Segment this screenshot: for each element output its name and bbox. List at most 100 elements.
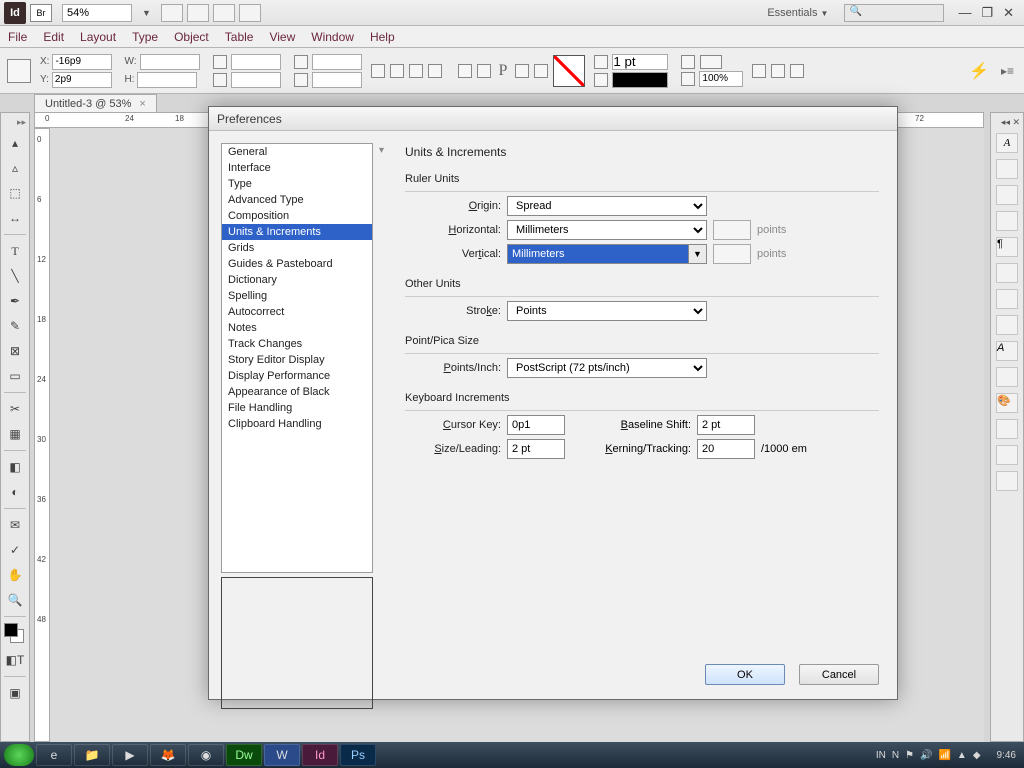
y-field[interactable]	[52, 72, 112, 88]
direct-selection-tool[interactable]: ▵	[4, 158, 26, 178]
menu-view[interactable]: View	[269, 30, 295, 44]
distribute-icon[interactable]	[534, 64, 548, 78]
align-icon[interactable]	[515, 64, 529, 78]
start-button[interactable]	[4, 744, 34, 766]
rectangle-frame-tool[interactable]: ⊠	[4, 341, 26, 361]
menu-layout[interactable]: Layout	[80, 30, 116, 44]
hand-tool[interactable]: ✋	[4, 565, 26, 585]
char-styles-icon[interactable]: A	[996, 341, 1018, 361]
scissors-tool[interactable]: ✂	[4, 399, 26, 419]
lang-indicator[interactable]: IN	[876, 750, 886, 761]
shear-field[interactable]	[312, 72, 362, 88]
h-field[interactable]	[137, 72, 197, 88]
apply-color[interactable]: ◧T	[4, 650, 26, 670]
color-panel-icon[interactable]: ¶	[996, 237, 1018, 257]
select-container-icon[interactable]	[458, 64, 472, 78]
cat-spelling[interactable]: Spelling	[222, 288, 372, 304]
menu-table[interactable]: Table	[225, 30, 254, 44]
chevron-down-icon[interactable]: ▼	[688, 245, 706, 263]
fill-stroke-swatch[interactable]	[4, 623, 26, 645]
reference-point[interactable]	[7, 59, 31, 83]
cc-libs-panel-icon[interactable]	[996, 289, 1018, 309]
tray-network-icon[interactable]: 📶	[938, 750, 950, 761]
layers-panel-icon[interactable]	[996, 159, 1018, 179]
taskbar-ie[interactable]: e	[36, 744, 72, 766]
gradient-feather-tool[interactable]: ◐	[4, 482, 26, 502]
taskbar-media[interactable]: ▶	[112, 744, 148, 766]
opacity-field[interactable]	[699, 71, 743, 87]
clock[interactable]: 9:46	[997, 750, 1016, 761]
view-options-2[interactable]	[187, 4, 209, 22]
cat-file-handling[interactable]: File Handling	[222, 400, 372, 416]
pathfinder-panel-icon[interactable]	[996, 471, 1018, 491]
corner-options-icon[interactable]	[771, 64, 785, 78]
eyedropper-tool[interactable]: ✓	[4, 540, 26, 560]
rectangle-tool[interactable]: ▭	[4, 366, 26, 386]
collapse-icon[interactable]: ▸▸	[17, 117, 29, 128]
cancel-button[interactable]: Cancel	[799, 664, 879, 685]
fx-icon[interactable]	[700, 55, 722, 69]
align-panel-icon[interactable]	[996, 445, 1018, 465]
pages-panel-icon[interactable]: A	[996, 133, 1018, 153]
rotate-cw-icon[interactable]	[390, 64, 404, 78]
bridge-button[interactable]: Br	[30, 4, 52, 22]
cat-type[interactable]: Type	[222, 176, 372, 192]
minimize-button[interactable]: —	[958, 5, 971, 21]
text-wrap-panel-icon[interactable]	[996, 419, 1018, 439]
close-button[interactable]: ✕	[1003, 5, 1014, 21]
taskbar-id[interactable]: Id	[302, 744, 338, 766]
cat-story-editor[interactable]: Story Editor Display	[222, 352, 372, 368]
quick-apply-icon[interactable]: ⚡	[969, 61, 989, 81]
taskbar-dw[interactable]: Dw	[226, 744, 262, 766]
zoom-combo[interactable]	[62, 4, 132, 22]
scale-x[interactable]	[231, 54, 281, 70]
rotate-ccw-icon[interactable]	[371, 64, 385, 78]
menu-edit[interactable]: Edit	[43, 30, 64, 44]
cat-general[interactable]: General	[222, 144, 372, 160]
cat-autocorrect[interactable]: Autocorrect	[222, 304, 372, 320]
dock-collapse-icon[interactable]: ◂◂ ✕	[1001, 117, 1020, 127]
workspace-switcher[interactable]: Essentials ▼	[757, 5, 838, 21]
stroke-panel-icon[interactable]	[996, 211, 1018, 231]
pencil-tool[interactable]: ✎	[4, 316, 26, 336]
arrange-docs[interactable]	[239, 4, 261, 22]
cat-units-increments[interactable]: Units & Increments	[222, 224, 372, 240]
ok-button[interactable]: OK	[705, 664, 785, 685]
menu-object[interactable]: Object	[174, 30, 209, 44]
view-options-1[interactable]	[161, 4, 183, 22]
cat-notes[interactable]: Notes	[222, 320, 372, 336]
menu-help[interactable]: Help	[370, 30, 395, 44]
rotate-field[interactable]	[312, 54, 362, 70]
x-field[interactable]	[52, 54, 112, 70]
fill-swatch[interactable]	[553, 55, 585, 87]
menu-type[interactable]: Type	[132, 30, 158, 44]
para-styles-icon[interactable]	[996, 367, 1018, 387]
note-tool[interactable]: ✉	[4, 515, 26, 535]
screen-mode[interactable]	[213, 4, 235, 22]
cursor-key-field[interactable]	[507, 415, 565, 435]
sidebar-chevron-icon[interactable]: ▾	[379, 145, 384, 156]
cat-interface[interactable]: Interface	[222, 160, 372, 176]
select-content-icon[interactable]	[477, 64, 491, 78]
tray-battery-icon[interactable]: ▲	[957, 750, 967, 761]
maximize-button[interactable]: ❐	[981, 5, 993, 21]
search-field[interactable]: 🔍	[844, 4, 944, 22]
pen-tool[interactable]: ✒	[4, 291, 26, 311]
taskbar-chrome[interactable]: ◉	[188, 744, 224, 766]
system-tray[interactable]: IN N ⚑ 🔊 📶 ▲ ◆ 9:46	[876, 750, 1020, 761]
document-tab[interactable]: Untitled-3 @ 53% ×	[34, 94, 157, 112]
zoom-tool[interactable]: 🔍	[4, 590, 26, 610]
panel-menu-icon[interactable]: ▸≡	[1001, 64, 1014, 78]
taskbar-word[interactable]: W	[264, 744, 300, 766]
tray-onenote-icon[interactable]: N	[892, 750, 899, 761]
page-tool[interactable]: ⬚	[4, 183, 26, 203]
zoom-dropdown-icon[interactable]: ▼	[142, 8, 151, 18]
gradient-swatch-tool[interactable]: ◧	[4, 457, 26, 477]
cat-black-appearance[interactable]: Appearance of Black	[222, 384, 372, 400]
taskbar-firefox[interactable]: 🦊	[150, 744, 186, 766]
cat-composition[interactable]: Composition	[222, 208, 372, 224]
stroke-weight-field[interactable]	[612, 54, 668, 70]
cat-advanced-type[interactable]: Advanced Type	[222, 192, 372, 208]
category-list[interactable]: General Interface Type Advanced Type Com…	[221, 143, 373, 573]
effects-icon[interactable]	[681, 55, 695, 69]
